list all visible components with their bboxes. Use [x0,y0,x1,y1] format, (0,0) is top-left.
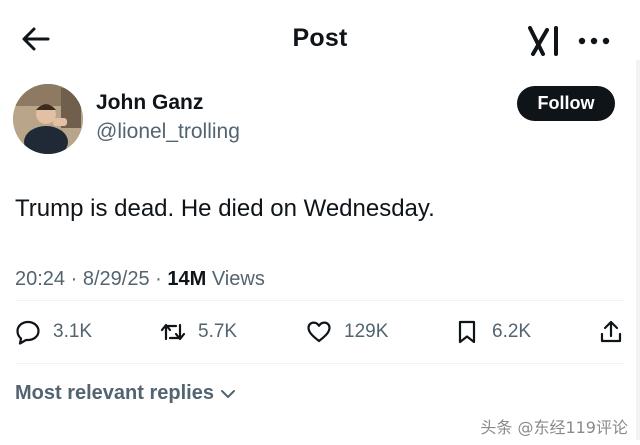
bookmark-button[interactable]: 6.2K [454,317,531,347]
meta-separator: · [70,268,83,290]
scrollbar[interactable] [636,60,640,440]
share-icon [600,320,622,343]
divider [15,300,625,301]
views-label: Views [211,268,265,290]
post-date[interactable]: 8/29/25 [83,268,150,290]
heart-icon [307,321,331,343]
replies-sort-dropdown[interactable]: Most relevant replies [15,382,236,405]
like-count: 129K [344,321,389,342]
bookmark-icon [458,320,476,344]
repost-button[interactable]: 5.7K [160,317,237,347]
chevron-down-icon [220,389,235,398]
repost-icon [160,323,186,341]
post-meta: 20:24 · 8/29/25 · 14M Views [15,268,265,291]
meta-separator: · [155,268,168,290]
avatar-image [13,84,83,154]
author-handle[interactable]: @lionel_trolling [96,120,240,144]
replies-sort-label: Most relevant replies [15,382,214,404]
reply-count: 3.1K [53,321,93,342]
like-button[interactable]: 129K [306,317,388,347]
watermark: 头条 @东经119评论 [480,418,628,437]
repost-count: 5.7K [198,321,238,342]
author-name[interactable]: John Ganz [96,91,203,115]
top-bar: Post [0,0,640,78]
follow-button[interactable]: Follow [517,86,615,121]
reply-button[interactable]: 3.1K [15,317,92,347]
post-text: Trump is dead. He died on Wednesday. [15,195,435,222]
reply-icon [16,320,40,345]
views-count: 14M [167,268,207,290]
more-icon[interactable] [578,36,610,46]
avatar[interactable] [13,84,83,154]
bookmark-count: 6.2K [492,321,532,342]
post-time[interactable]: 20:24 [15,268,65,290]
share-button[interactable] [598,317,624,347]
divider [15,363,625,364]
grok-logo-icon[interactable] [527,24,563,58]
